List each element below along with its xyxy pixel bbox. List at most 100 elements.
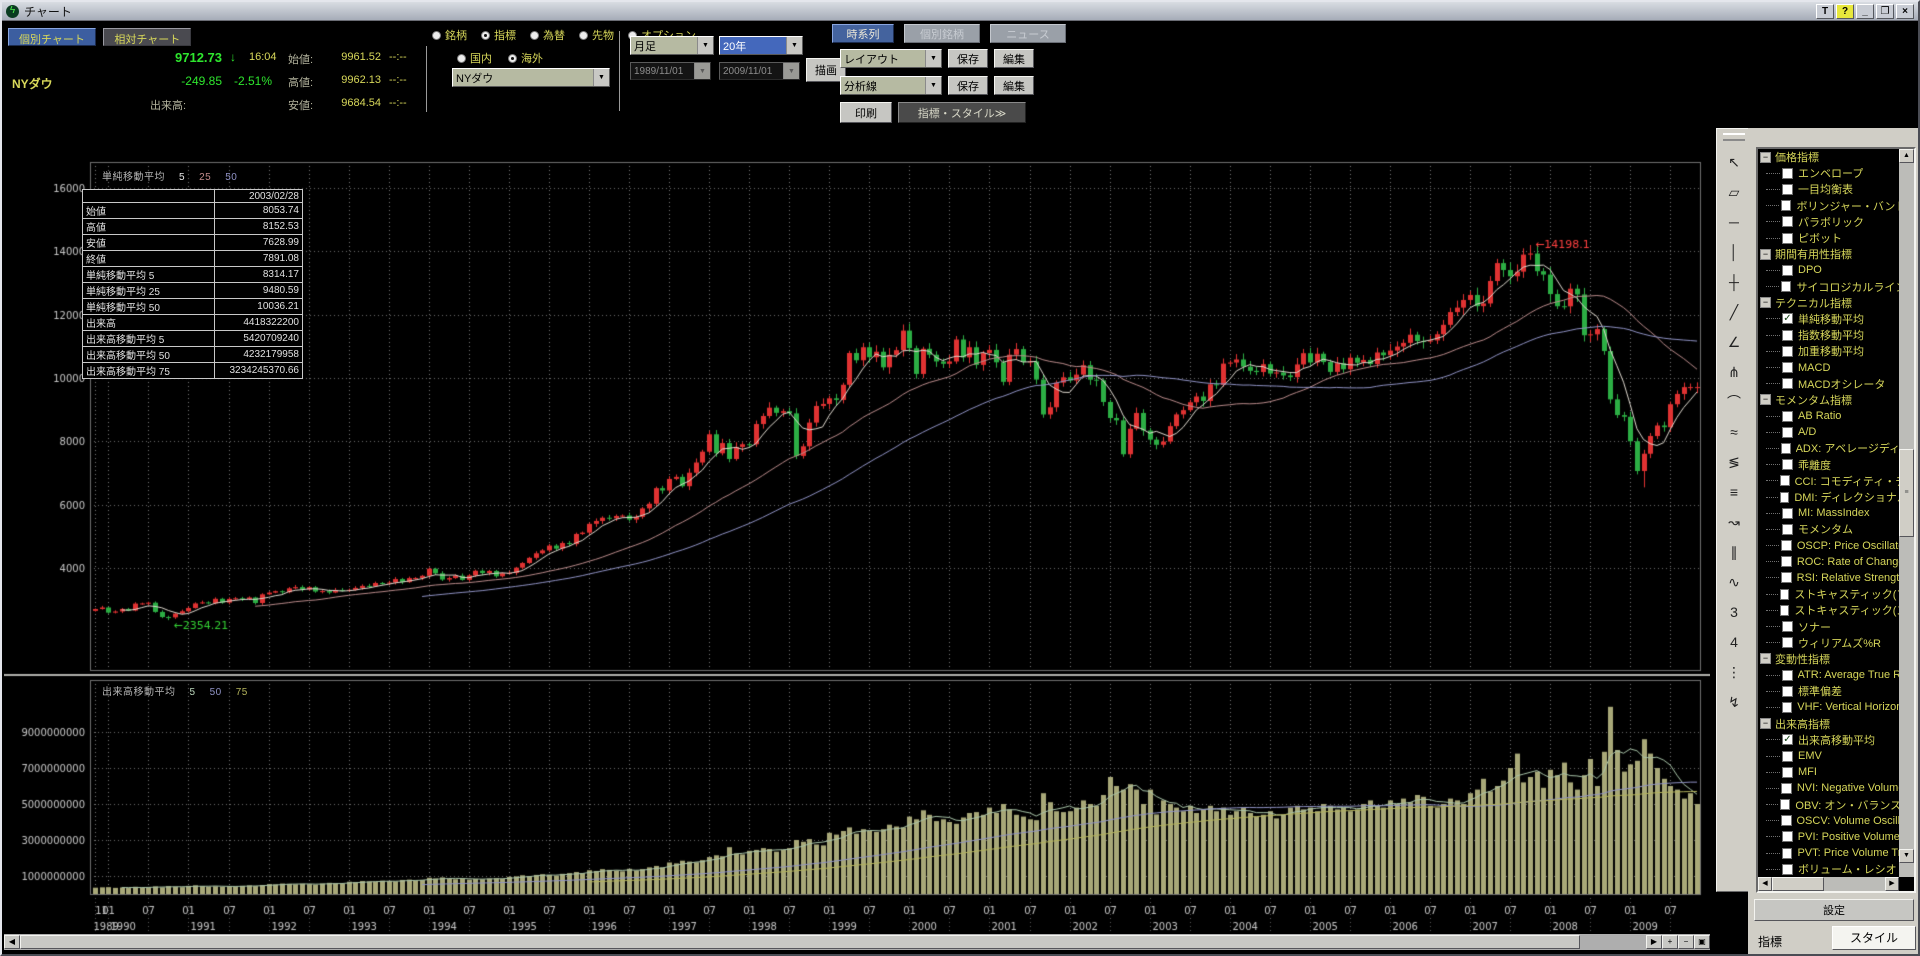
tree-item-MACDオシレータ[interactable]: MACDオシレータ bbox=[1758, 376, 1899, 392]
tree-item-NVI: Negative Volume[interactable]: NVI: Negative Volume bbox=[1758, 780, 1899, 796]
checkbox[interactable] bbox=[1782, 637, 1793, 648]
tree-item-ボリューム・レシオ[interactable]: ボリューム・レシオ bbox=[1758, 861, 1899, 877]
checkbox[interactable] bbox=[1782, 670, 1793, 681]
collapse-icon[interactable]: − bbox=[1760, 297, 1771, 308]
toolbar-grip[interactable] bbox=[1723, 133, 1745, 141]
settings-button[interactable]: 設定 bbox=[1754, 899, 1914, 921]
tree-item-AB Ratio[interactable]: AB Ratio bbox=[1758, 408, 1899, 424]
checkbox[interactable] bbox=[1781, 281, 1791, 292]
channel-tool-icon[interactable]: ∥ bbox=[1721, 539, 1747, 565]
tree-item-OBV: オン・バランス・[interactable]: OBV: オン・バランス・ bbox=[1758, 797, 1899, 813]
fan-line-tool-icon[interactable]: ∠ bbox=[1721, 329, 1747, 355]
tree-item-サイコロジカルライン[interactable]: サイコロジカルライン bbox=[1758, 279, 1899, 295]
collapse-icon[interactable]: − bbox=[1760, 152, 1771, 163]
checkbox[interactable] bbox=[1782, 621, 1793, 632]
checkbox[interactable] bbox=[1781, 200, 1791, 211]
date-from-picker[interactable]: 1989/11/01 ▼ bbox=[630, 62, 711, 80]
tab-style[interactable]: スタイル bbox=[1832, 926, 1916, 950]
view-button-個別銘柄[interactable]: 個別銘柄 bbox=[904, 24, 980, 43]
symbol-select[interactable]: NYダウ ▼ bbox=[452, 68, 610, 87]
help-button[interactable]: ? bbox=[1836, 4, 1854, 19]
tree-item-ボリンジャー・バンド[interactable]: ボリンジャー・バンド bbox=[1758, 198, 1899, 214]
period-select[interactable]: 月足 ▼ bbox=[630, 36, 714, 55]
restore-button[interactable]: ❐ bbox=[1876, 4, 1894, 19]
speed-line-tool-icon[interactable]: ≶ bbox=[1721, 449, 1747, 475]
minimize-button[interactable]: _ bbox=[1856, 4, 1874, 19]
scroll-left-button[interactable]: ◀ bbox=[4, 935, 20, 949]
tree-group-価格指標[interactable]: −価格指標 bbox=[1758, 149, 1899, 165]
checkbox[interactable] bbox=[1782, 378, 1793, 389]
checkbox[interactable] bbox=[1781, 540, 1792, 551]
tree-item-VHF: Vertical Horizon[interactable]: VHF: Vertical Horizon bbox=[1758, 699, 1899, 715]
tree-vertical-scrollbar[interactable]: ▲ ≡ ▼ bbox=[1899, 149, 1914, 877]
gann-fan-tool-icon[interactable]: ⋔ bbox=[1721, 359, 1747, 385]
checkbox[interactable] bbox=[1781, 815, 1791, 826]
chevron-down-icon[interactable]: ▼ bbox=[786, 37, 802, 54]
tree-item-ソナー[interactable]: ソナー bbox=[1758, 618, 1899, 634]
scroll-right-button[interactable]: ▶ bbox=[1885, 877, 1899, 891]
select-tool-icon[interactable]: ↖ bbox=[1721, 149, 1747, 175]
indicator-style-button[interactable]: 指標・スタイル≫ bbox=[898, 102, 1026, 123]
trend-line-tool-icon[interactable]: ╱ bbox=[1721, 299, 1747, 325]
tree-item-PVI: Positive Volume[interactable]: PVI: Positive Volume bbox=[1758, 829, 1899, 845]
checkbox[interactable] bbox=[1782, 459, 1793, 470]
radio-category-先物[interactable]: 先物 bbox=[579, 27, 614, 43]
tree-item-指数移動平均[interactable]: 指数移動平均 bbox=[1758, 327, 1899, 343]
chevron-down-icon[interactable]: ▼ bbox=[925, 50, 941, 67]
tab-relative-chart[interactable]: 相対チャート bbox=[103, 28, 191, 46]
range-select[interactable]: 20年 ▼ bbox=[719, 36, 803, 55]
zigzag-tool-icon[interactable]: ∿ bbox=[1721, 569, 1747, 595]
cross-line-tool-icon[interactable]: ┼ bbox=[1721, 269, 1747, 295]
checkbox[interactable] bbox=[1782, 848, 1793, 859]
checkbox[interactable] bbox=[1782, 686, 1793, 697]
collapse-icon[interactable]: − bbox=[1760, 249, 1771, 260]
tree-group-テクニカル指標[interactable]: −テクニカル指標 bbox=[1758, 295, 1899, 311]
checkbox[interactable] bbox=[1781, 443, 1791, 454]
checkbox[interactable] bbox=[1782, 864, 1793, 875]
tree-item-CCI: コモディティ・チャ[interactable]: CCI: コモディティ・チャ bbox=[1758, 473, 1899, 489]
tree-group-モメンタム指標[interactable]: −モメンタム指標 bbox=[1758, 392, 1899, 408]
checkbox[interactable] bbox=[1782, 831, 1793, 842]
tree-item-DMI: ディレクショナル・[interactable]: DMI: ディレクショナル・ bbox=[1758, 489, 1899, 505]
tree-item-ストキャスティック(ファ[interactable]: ストキャスティック(ファ bbox=[1758, 586, 1899, 602]
checkbox[interactable] bbox=[1781, 783, 1792, 794]
tree-group-変動性指標[interactable]: −変動性指標 bbox=[1758, 651, 1899, 667]
tree-item-ADX: アベレージディレ[interactable]: ADX: アベレージディレ bbox=[1758, 440, 1899, 456]
checkbox[interactable] bbox=[1780, 492, 1790, 503]
checkbox[interactable] bbox=[1780, 589, 1790, 600]
eraser-tool-icon[interactable]: ▱ bbox=[1721, 179, 1747, 205]
checkbox[interactable] bbox=[1782, 330, 1793, 341]
chevron-down-icon[interactable]: ▼ bbox=[593, 69, 609, 86]
collapse-icon[interactable]: − bbox=[1760, 653, 1771, 664]
tree-item-エンベロープ[interactable]: エンベロープ bbox=[1758, 165, 1899, 181]
scroll-up-button[interactable]: ▲ bbox=[1899, 149, 1914, 163]
checkbox[interactable] bbox=[1780, 475, 1790, 486]
fibonacci-time-tool-icon[interactable]: ⋮ bbox=[1721, 659, 1747, 685]
tree-item-OSCV: Volume Oscilla[interactable]: OSCV: Volume Oscilla bbox=[1758, 813, 1899, 829]
checkbox[interactable] bbox=[1780, 605, 1790, 616]
zoom-in-button[interactable]: + bbox=[1662, 935, 1678, 949]
zoom-reset-button[interactable]: ▣ bbox=[1694, 935, 1710, 949]
checkbox[interactable] bbox=[1782, 767, 1793, 778]
line-save-button[interactable]: 保存 bbox=[948, 76, 988, 95]
view-button-時系列[interactable]: 時系列 bbox=[832, 24, 894, 43]
radio-category-為替[interactable]: 為替 bbox=[530, 27, 565, 43]
tree-item-単純移動平均[interactable]: ✓単純移動平均 bbox=[1758, 311, 1899, 327]
elliott-wave4-tool-icon[interactable]: 4 bbox=[1721, 629, 1747, 655]
checkbox[interactable] bbox=[1782, 508, 1793, 519]
checkbox[interactable] bbox=[1781, 572, 1791, 583]
tree-item-OSCP: Price Oscillato[interactable]: OSCP: Price Oscillato bbox=[1758, 538, 1899, 554]
layout-save-button[interactable]: 保存 bbox=[948, 49, 988, 68]
chevron-down-icon[interactable]: ▼ bbox=[925, 77, 941, 94]
analysis-line-select[interactable]: 分析線 ▼ bbox=[840, 76, 942, 95]
scroll-left-button[interactable]: ◀ bbox=[1758, 877, 1772, 891]
radio-region-国内[interactable]: 国内 bbox=[457, 50, 492, 66]
tree-item-ROC: Rate of Change[interactable]: ROC: Rate of Change bbox=[1758, 554, 1899, 570]
tree-item-加重移動平均[interactable]: 加重移動平均 bbox=[1758, 343, 1899, 359]
horizontal-line-tool-icon[interactable]: ─ bbox=[1721, 209, 1747, 235]
checkbox[interactable] bbox=[1782, 411, 1793, 422]
vertical-line-tool-icon[interactable]: │ bbox=[1721, 239, 1747, 265]
collapse-icon[interactable]: − bbox=[1760, 394, 1771, 405]
tree-item-ピボット[interactable]: ピボット bbox=[1758, 230, 1899, 246]
layout-select[interactable]: レイアウト ▼ bbox=[840, 49, 942, 68]
